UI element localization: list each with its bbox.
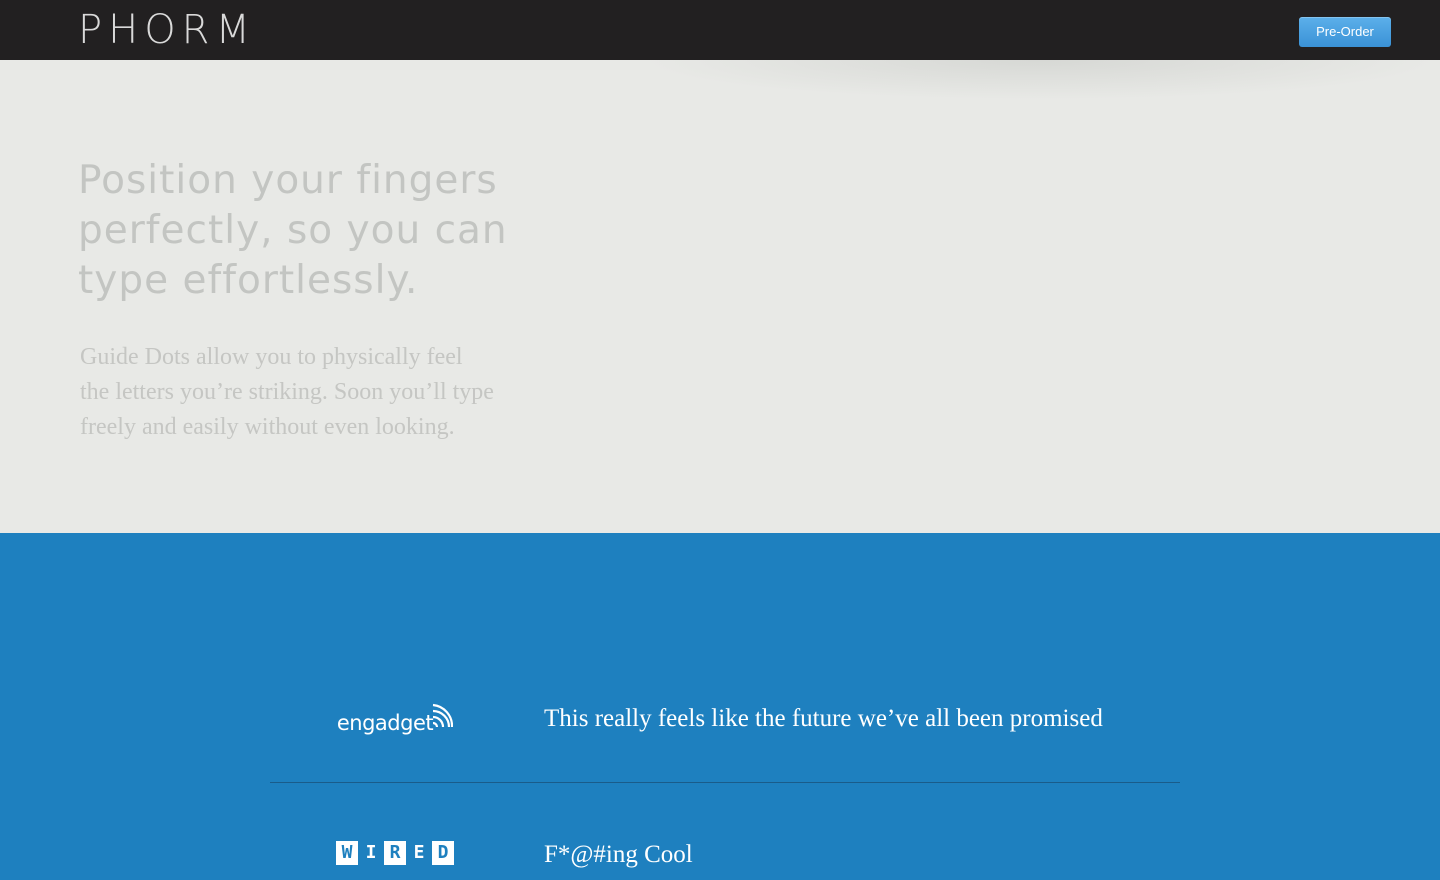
top-nav-bar: PHORM Pre-Order <box>0 0 1440 60</box>
wired-letter: E <box>413 842 425 863</box>
signal-waves-icon <box>432 703 454 727</box>
wired-letter: D <box>432 841 454 865</box>
press-item-engadget: engadget This really feels like the futu… <box>270 693 1180 783</box>
wired-letter: R <box>384 841 406 865</box>
wired-letter: W <box>336 841 358 865</box>
engadget-wordmark: engadget <box>336 711 434 735</box>
hero-section: Position your fingers perfectly, so you … <box>0 60 1440 533</box>
wired-logo-icon: W I R E D <box>310 841 480 867</box>
press-quote: This really feels like the future we’ve … <box>544 705 1103 732</box>
hero-shadow <box>640 60 1440 100</box>
headline-line: perfectly, so you can <box>78 208 508 253</box>
description-line: Guide Dots allow you to physically feel <box>80 344 463 370</box>
engadget-logo-icon: engadget <box>310 703 480 743</box>
hero-headline: Position your fingers perfectly, so you … <box>78 156 538 306</box>
press-quote: F*@#ing Cool <box>544 841 693 868</box>
description-line: freely and easily without even looking. <box>80 414 455 440</box>
press-item-wired: W I R E D F*@#ing Cool <box>270 831 1180 880</box>
press-quotes-section: engadget This really feels like the futu… <box>0 533 1440 880</box>
brand-logo[interactable]: PHORM <box>78 6 256 54</box>
wired-letter: I <box>365 842 377 863</box>
hero-description: Guide Dots allow you to physically feel … <box>80 340 540 445</box>
description-line: the letters you’re striking. Soon you’ll… <box>80 379 494 405</box>
pre-order-button[interactable]: Pre-Order <box>1299 17 1391 47</box>
press-divider <box>270 782 1180 783</box>
headline-line: type effortlessly. <box>78 258 419 303</box>
headline-line: Position your fingers <box>78 158 498 203</box>
